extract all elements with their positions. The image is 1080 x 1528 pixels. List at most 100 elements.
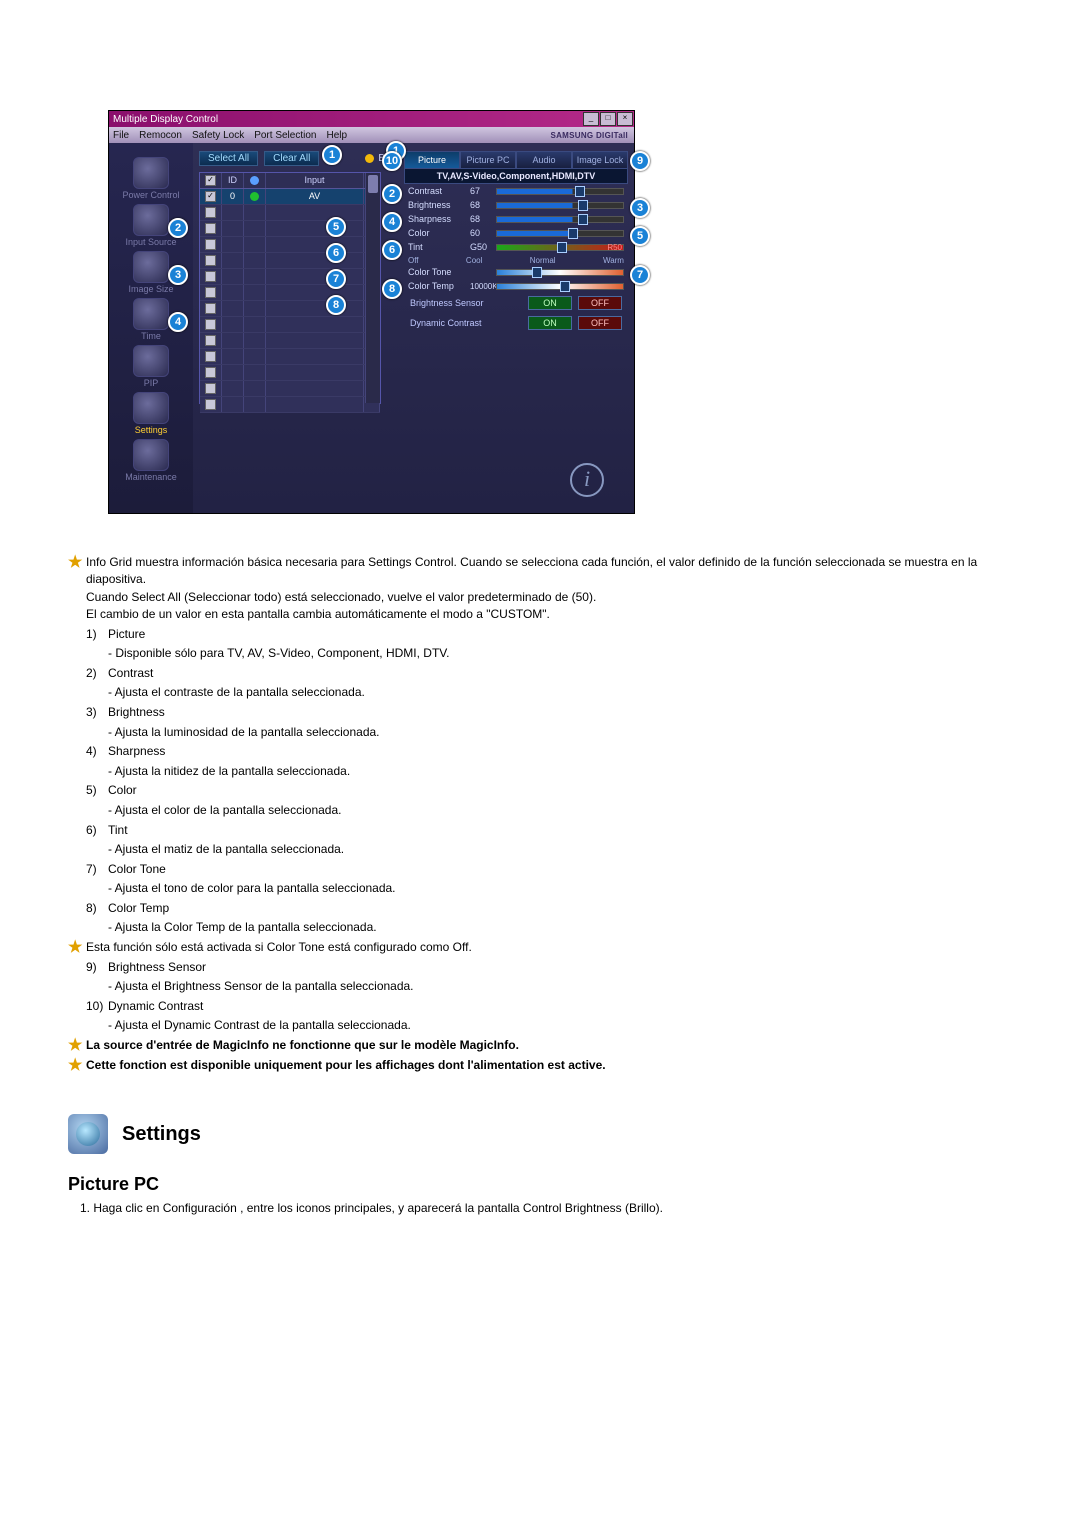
- sidebar-item-input-source[interactable]: Input Source 2: [116, 204, 186, 247]
- row-checkbox[interactable]: [205, 271, 216, 282]
- grid-row[interactable]: [200, 205, 380, 221]
- row-id: [222, 333, 244, 348]
- clear-all-button[interactable]: Clear All: [264, 151, 319, 166]
- grid-scrollbar[interactable]: [365, 173, 380, 403]
- grid-header: ID Input: [200, 173, 380, 189]
- contrast-value: 67: [470, 186, 496, 196]
- row-input: [266, 269, 364, 284]
- color-slider[interactable]: [496, 230, 624, 237]
- row-checkbox[interactable]: [205, 191, 216, 202]
- row-input: [266, 381, 364, 396]
- row-checkbox[interactable]: [205, 255, 216, 266]
- dynamic-contrast-off[interactable]: OFF: [578, 316, 622, 330]
- sharpness-slider[interactable]: [496, 216, 624, 223]
- power-icon: [133, 157, 169, 189]
- maximize-button[interactable]: □: [600, 112, 616, 126]
- row-checkbox[interactable]: [205, 367, 216, 378]
- menu-port-selection[interactable]: Port Selection: [254, 130, 316, 141]
- item-title: Picture: [108, 626, 1020, 643]
- grid-row[interactable]: 0AV: [200, 189, 380, 205]
- row-checkbox[interactable]: [205, 351, 216, 362]
- item-title: Contrast: [108, 665, 1020, 682]
- grid-row[interactable]: [200, 253, 380, 269]
- sidebar-item-pip[interactable]: PIP: [116, 345, 186, 388]
- row-checkbox[interactable]: [205, 287, 216, 298]
- sidebar-item-settings[interactable]: Settings: [116, 392, 186, 435]
- sidebar-item-power-control[interactable]: Power Control: [116, 157, 186, 200]
- row-checkbox[interactable]: [205, 207, 216, 218]
- scroll-thumb[interactable]: [368, 175, 378, 193]
- sidebar-item-time[interactable]: Time 4: [116, 298, 186, 341]
- menu-remocon[interactable]: Remocon: [139, 130, 182, 141]
- colortemp-slider[interactable]: [496, 283, 624, 290]
- grid-row[interactable]: [200, 381, 380, 397]
- grid-row[interactable]: [200, 221, 380, 237]
- tab-picture[interactable]: Picture: [404, 151, 460, 169]
- info-icon[interactable]: i: [570, 463, 604, 497]
- brightness-sensor-label: Brightness Sensor: [410, 298, 522, 308]
- row-checkbox[interactable]: [205, 399, 216, 410]
- tab-picture-pc[interactable]: Picture PC: [460, 151, 516, 169]
- sharpness-value: 68: [470, 214, 496, 224]
- callout-badge-2: 2: [168, 218, 188, 238]
- callout-badge-1-toolbar: 1: [322, 145, 342, 165]
- header-status-icon: [250, 176, 259, 185]
- row-checkbox[interactable]: [205, 303, 216, 314]
- minimize-button[interactable]: _: [583, 112, 599, 126]
- select-all-button[interactable]: Select All: [199, 151, 258, 166]
- colortone-slider[interactable]: [496, 269, 624, 276]
- grid-row[interactable]: [200, 349, 380, 365]
- callout-badge-5r: 5: [630, 226, 650, 246]
- callout-badge-6r: 6: [382, 240, 402, 260]
- row-input: [266, 365, 364, 380]
- brightness-slider[interactable]: [496, 202, 624, 209]
- close-button[interactable]: ×: [617, 112, 633, 126]
- item-desc: - Ajusta la nitidez de la pantalla selec…: [108, 763, 1020, 780]
- row-id: [222, 365, 244, 380]
- brightness-value: 68: [470, 200, 496, 210]
- row-checkbox[interactable]: [205, 319, 216, 330]
- row-input: [266, 205, 364, 220]
- item-title: Color Temp: [108, 900, 1020, 917]
- menu-safety-lock[interactable]: Safety Lock: [192, 130, 244, 141]
- grid-row[interactable]: [200, 269, 380, 285]
- contrast-slider[interactable]: [496, 188, 624, 195]
- row-checkbox[interactable]: [205, 383, 216, 394]
- star-icon: ★: [68, 1057, 86, 1075]
- sidebar-item-image-size[interactable]: Image Size 3: [116, 251, 186, 294]
- grid-row[interactable]: [200, 365, 380, 381]
- menu-file[interactable]: File: [113, 130, 129, 141]
- tab-image-lock[interactable]: Image Lock: [572, 151, 628, 169]
- tab-audio[interactable]: Audio: [516, 151, 572, 169]
- dynamic-contrast-on[interactable]: ON: [528, 316, 572, 330]
- item-number: 5): [86, 782, 108, 799]
- callout-badge-3r: 3: [630, 198, 650, 218]
- row-checkbox[interactable]: [205, 335, 216, 346]
- brightness-sensor-row: Brightness Sensor ON OFF 9: [404, 293, 628, 313]
- busy-dot-icon: [365, 154, 374, 163]
- end-star-1: La source d'entrée de MagicInfo ne fonct…: [86, 1037, 1020, 1054]
- brightness-label: Brightness: [408, 200, 470, 210]
- header-checkbox[interactable]: [205, 175, 216, 186]
- grid-row[interactable]: [200, 397, 380, 413]
- tint-left: G50: [470, 242, 496, 252]
- intro-line-2: Cuando Select All (Seleccionar todo) est…: [86, 590, 596, 604]
- grid-row[interactable]: [200, 285, 380, 301]
- grid-row[interactable]: [200, 317, 380, 333]
- grid-row[interactable]: [200, 333, 380, 349]
- row-checkbox[interactable]: [205, 239, 216, 250]
- settings-icon: [133, 392, 169, 424]
- sidebar-item-maintenance[interactable]: Maintenance: [116, 439, 186, 482]
- menu-help[interactable]: Help: [326, 130, 347, 141]
- item-title: Dynamic Contrast: [108, 998, 1020, 1015]
- grid-row[interactable]: [200, 301, 380, 317]
- row-input: [266, 221, 364, 236]
- row-checkbox[interactable]: [205, 223, 216, 234]
- brightness-sensor-on[interactable]: ON: [528, 296, 572, 310]
- tint-slider[interactable]: [496, 244, 624, 251]
- brightness-sensor-off[interactable]: OFF: [578, 296, 622, 310]
- row-input: [266, 253, 364, 268]
- row-input: [266, 349, 364, 364]
- grid-row[interactable]: [200, 237, 380, 253]
- pip-icon: [133, 345, 169, 377]
